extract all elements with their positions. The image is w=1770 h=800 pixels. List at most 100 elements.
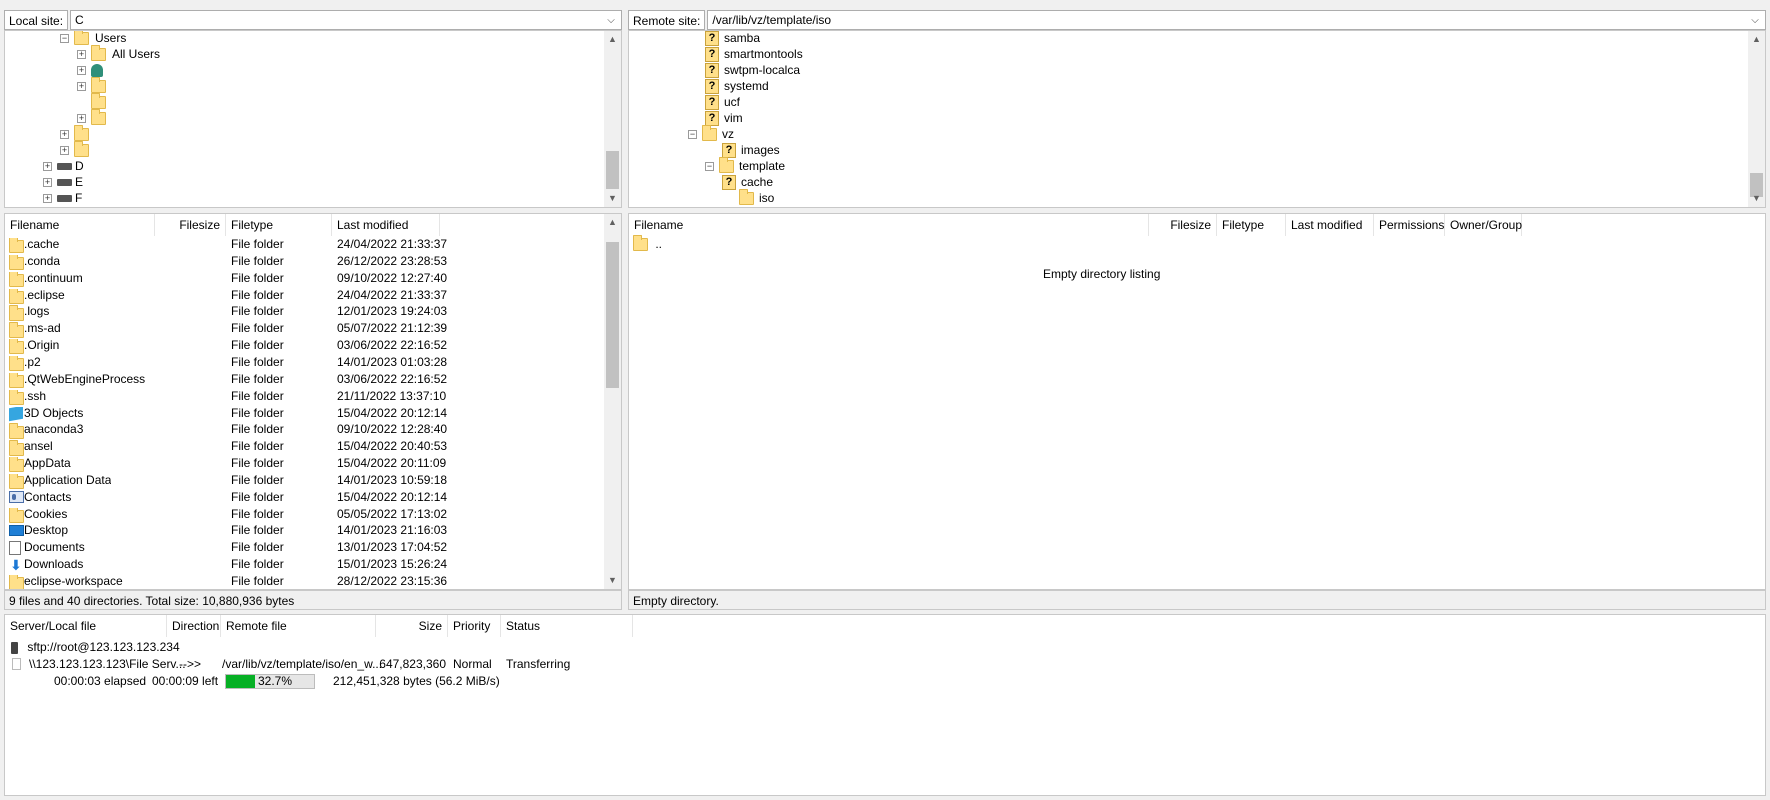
column-remote-file[interactable]: Remote file xyxy=(221,615,376,637)
table-row[interactable]: .eclipse File folder 24/04/2022 21:33:37 xyxy=(5,287,605,304)
local-list-scrollbar[interactable]: ▲ ▼ xyxy=(604,214,621,589)
elapsed-time: 00:00:03 elapsed xyxy=(54,674,147,688)
table-row[interactable]: .continuum File folder 09/10/2022 12:27:40 xyxy=(5,270,605,288)
expand-icon[interactable]: + xyxy=(77,113,86,123)
local-file-list[interactable]: Filename Filesize Filetype Last modified… xyxy=(4,213,622,590)
unknown-folder-icon: ? xyxy=(722,142,736,158)
table-row[interactable]: AppData File folder 15/04/2022 20:11:09 xyxy=(5,455,605,473)
file-name: ansel xyxy=(24,439,53,454)
tree-node-iso[interactable]: iso xyxy=(739,188,774,207)
column-direction[interactable]: Direction xyxy=(167,615,221,637)
file-type: File folder xyxy=(231,540,284,555)
table-row[interactable]: Documents File folder 13/01/2023 17:04:52 xyxy=(5,539,605,556)
expand-icon[interactable]: + xyxy=(43,193,52,203)
scroll-up-icon[interactable]: ▲ xyxy=(604,31,621,48)
local-tree[interactable]: − Users + All Users + + + + + + D + E + … xyxy=(4,30,622,208)
chevron-down-icon[interactable]: ⌵ xyxy=(605,15,617,26)
queue-item-row[interactable]: \\123.123.123.123\File Serv... -->> /var… xyxy=(5,656,645,673)
table-row[interactable]: Desktop File folder 14/01/2023 21:16:03 xyxy=(5,522,605,539)
column-status[interactable]: Status xyxy=(501,615,633,637)
column-owner-group[interactable]: Owner/Group xyxy=(1445,214,1522,236)
local-site-bar: Local site: C ⌵ xyxy=(4,9,622,31)
scroll-down-icon[interactable]: ▼ xyxy=(604,190,621,207)
column-last-modified[interactable]: Last modified xyxy=(332,214,440,236)
scroll-down-icon[interactable]: ▼ xyxy=(604,572,621,589)
remote-site-path[interactable]: /var/lib/vz/template/iso xyxy=(712,13,831,27)
scroll-up-icon[interactable]: ▲ xyxy=(604,214,621,231)
table-row[interactable]: Application Data File folder 14/01/2023 10… xyxy=(5,472,605,490)
empty-listing-message: Empty directory listing xyxy=(1043,267,1161,281)
file-modified: 21/11/2022 13:37:10 xyxy=(337,388,447,403)
column-server-local-file[interactable]: Server/Local file xyxy=(5,615,167,637)
table-row[interactable]: .Origin File folder 03/06/2022 22:16:52 xyxy=(5,337,605,355)
column-size[interactable]: Size xyxy=(376,615,448,637)
column-priority[interactable]: Priority xyxy=(448,615,501,637)
file-name: Desktop xyxy=(24,523,69,538)
queue-progress-row: 00:00:03 elapsed 00:00:09 left 32.7% 212… xyxy=(5,673,645,690)
column-filetype[interactable]: Filetype xyxy=(226,214,332,236)
tree-node-drive-f[interactable]: + F xyxy=(43,189,82,207)
table-row[interactable]: eclipse-workspace File folder 28/12/2022 2… xyxy=(5,573,605,589)
file-modified: 05/05/2022 17:13:02 xyxy=(337,506,448,521)
table-row[interactable]: Contacts File folder 15/04/2022 20:12:14 xyxy=(5,489,605,506)
table-row[interactable]: .conda File folder 26/12/2022 23:28:53 xyxy=(5,253,605,271)
queue-remote-file: /var/lib/vz/template/iso/en_w... xyxy=(222,657,383,671)
remote-file-list[interactable]: Filename Filesize Filetype Last modified… xyxy=(628,213,1766,590)
column-last-modified[interactable]: Last modified xyxy=(1286,214,1374,236)
folder-icon xyxy=(91,108,106,125)
local-tree-scrollbar[interactable]: ▲ ▼ xyxy=(604,31,621,207)
column-filesize[interactable]: Filesize xyxy=(1149,214,1217,236)
queue-direction: -->> xyxy=(179,657,202,671)
remote-site-combo[interactable]: /var/lib/vz/template/iso ⌵ xyxy=(707,10,1766,30)
remote-tree[interactable]: ? samba? smartmontools? swtpm-localca? syste… xyxy=(628,30,1766,208)
folder-icon xyxy=(74,31,89,45)
file-name: 3D Objects xyxy=(24,405,84,420)
file-modified: 26/12/2022 23:28:53 xyxy=(337,253,448,268)
transfer-queue[interactable]: Server/Local file Direction Remote file … xyxy=(4,614,1766,796)
column-filetype[interactable]: Filetype xyxy=(1217,214,1286,236)
queue-server-row[interactable]: sftp://root@123.123.123.234 xyxy=(11,639,180,656)
expand-icon[interactable]: + xyxy=(60,129,69,139)
progress-bar: 32.7% xyxy=(225,674,315,689)
queue-status: Transferring xyxy=(506,657,571,671)
collapse-icon[interactable]: − xyxy=(688,129,697,139)
scroll-up-icon[interactable]: ▲ xyxy=(1748,31,1765,48)
folder-icon xyxy=(91,44,106,61)
table-row[interactable]: anaconda3 File folder 09/10/2022 12:28:40 xyxy=(5,421,605,439)
table-row[interactable]: .QtWebEngineProcess File folder 03/06/2022… xyxy=(5,371,605,389)
file-modified: 14/01/2023 21:16:03 xyxy=(337,523,448,538)
queue-checkbox[interactable] xyxy=(12,658,21,670)
expand-icon[interactable]: + xyxy=(77,81,86,91)
collapse-icon[interactable]: − xyxy=(60,33,69,43)
expand-icon[interactable]: + xyxy=(43,161,52,171)
file-name: eclipse-workspace xyxy=(24,574,123,588)
expand-icon[interactable]: + xyxy=(43,177,52,187)
list-item-parent-dir[interactable]: .. xyxy=(633,235,662,253)
table-row[interactable]: .ssh File folder 21/11/2022 13:37:10 xyxy=(5,388,605,405)
scroll-thumb[interactable] xyxy=(606,242,619,388)
expand-icon[interactable]: + xyxy=(60,145,69,155)
local-site-path[interactable]: C xyxy=(75,13,84,27)
collapse-icon[interactable]: − xyxy=(705,161,714,171)
table-row[interactable]: .p2 File folder 14/01/2023 01:03:28 xyxy=(5,354,605,372)
column-permissions[interactable]: Permissions xyxy=(1374,214,1445,236)
expand-icon[interactable]: + xyxy=(77,65,86,75)
column-filesize[interactable]: Filesize xyxy=(155,214,226,236)
table-row[interactable]: Cookies File folder 05/05/2022 17:13:02 xyxy=(5,506,605,523)
unknown-folder-icon: ? xyxy=(705,94,719,110)
scroll-thumb[interactable] xyxy=(606,151,619,189)
file-modified: 15/04/2022 20:40:53 xyxy=(337,439,448,454)
table-row[interactable]: .cache File folder 24/04/2022 21:33:37 xyxy=(5,236,605,254)
expand-icon[interactable]: + xyxy=(77,49,86,59)
table-row[interactable]: .ms-ad File folder 05/07/2022 21:12:39 xyxy=(5,320,605,338)
chevron-down-icon[interactable]: ⌵ xyxy=(1749,15,1761,26)
remote-tree-scrollbar[interactable]: ▲ ▼ xyxy=(1748,31,1765,207)
table-row[interactable]: .logs File folder 12/01/2023 19:24:03 xyxy=(5,303,605,321)
table-row[interactable]: 3D Objects File folder 15/04/2022 20:12:14 xyxy=(5,405,605,422)
scroll-down-icon[interactable]: ▼ xyxy=(1748,190,1765,207)
table-row[interactable]: ansel File folder 15/04/2022 20:40:53 xyxy=(5,438,605,456)
tree-node-label: F xyxy=(75,191,83,205)
local-site-combo[interactable]: C ⌵ xyxy=(70,10,622,30)
table-row[interactable]: ⬇ Downloads File folder 15/01/2023 15:26:24 xyxy=(5,556,605,573)
file-type: File folder xyxy=(231,321,284,336)
